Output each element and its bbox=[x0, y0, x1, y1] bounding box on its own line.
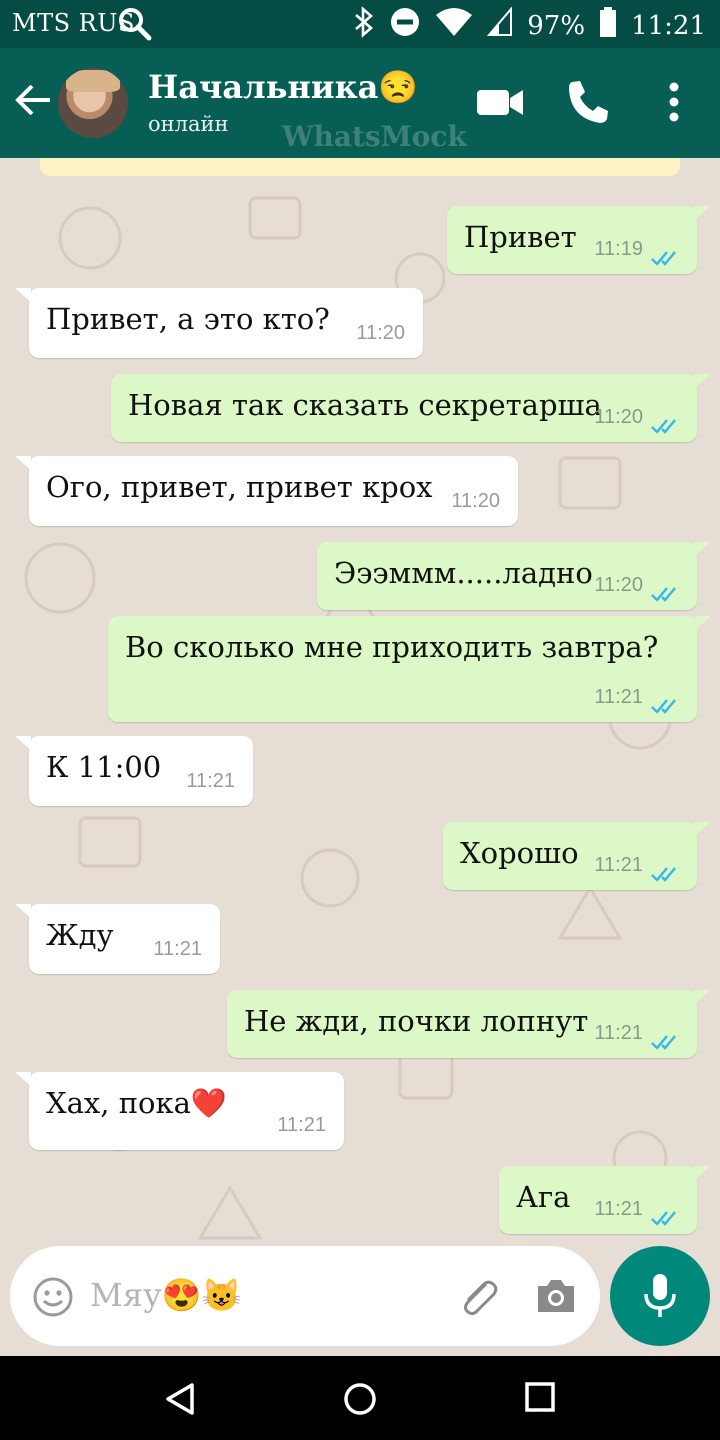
bubble-tail bbox=[695, 374, 711, 388]
message-text: Во сколько мне приходить завтра? bbox=[125, 630, 659, 664]
read-receipt-icon bbox=[651, 240, 683, 274]
message-time: 11:21 bbox=[594, 854, 643, 876]
message-input[interactable]: Мяу😍😺 bbox=[90, 1276, 241, 1314]
contact-avatar[interactable] bbox=[58, 68, 128, 138]
outgoing-message[interactable]: Ага 11:21 bbox=[499, 1166, 711, 1234]
outgoing-message[interactable]: Новая так сказать секретарша 11:20 bbox=[111, 374, 711, 442]
mic-button[interactable] bbox=[610, 1246, 710, 1346]
message-text: Новая так сказать секретарша bbox=[128, 388, 602, 422]
message-time: 11:21 bbox=[594, 1198, 643, 1220]
message-text: Хах, пока❤️ bbox=[46, 1086, 228, 1120]
outgoing-message[interactable]: Хорошо 11:21 bbox=[443, 822, 711, 890]
incoming-message[interactable]: Жду 11:21 bbox=[15, 904, 220, 974]
bubble-tail bbox=[15, 904, 31, 918]
read-receipt-icon bbox=[651, 1024, 683, 1058]
message-text: Привет bbox=[464, 220, 577, 254]
read-receipt-icon bbox=[651, 856, 683, 890]
mic-icon bbox=[644, 1274, 676, 1317]
carrier-name: MTS RUS bbox=[12, 9, 135, 37]
message-text: Жду bbox=[46, 918, 114, 952]
system-nav-bar bbox=[0, 1356, 720, 1440]
bubble-tail bbox=[695, 822, 711, 836]
message-time: 11:21 bbox=[186, 770, 235, 792]
battery-icon bbox=[599, 7, 617, 44]
incoming-message[interactable]: К 11:00 11:21 bbox=[15, 736, 253, 806]
message-text: Не жди, почки лопнут bbox=[244, 1004, 589, 1038]
emoji-icon[interactable] bbox=[32, 1276, 74, 1322]
contact-status: онлайн bbox=[148, 112, 229, 136]
incoming-message[interactable]: Хах, пока❤️ 11:21 bbox=[15, 1072, 344, 1150]
message-time: 11:20 bbox=[594, 406, 643, 428]
watermark: WhatsMock bbox=[282, 120, 467, 153]
dnd-icon bbox=[389, 6, 421, 45]
search-icon bbox=[118, 7, 152, 48]
read-receipt-icon bbox=[651, 408, 683, 442]
message-time: 11:21 bbox=[153, 938, 202, 960]
bubble-tail bbox=[15, 288, 31, 302]
outgoing-message[interactable]: Во сколько мне приходить завтра? 11:21 bbox=[108, 616, 711, 722]
bubble-tail bbox=[15, 1072, 31, 1086]
message-text: Ага bbox=[516, 1180, 571, 1214]
message-time: 11:21 bbox=[594, 1022, 643, 1044]
nav-recents-icon[interactable] bbox=[525, 1382, 555, 1416]
outgoing-message[interactable]: Не жди, почки лопнут 11:21 bbox=[227, 990, 711, 1058]
outgoing-message[interactable]: Привет 11:19 bbox=[447, 206, 711, 274]
message-text: Ого, привет, привет крох bbox=[46, 470, 433, 504]
read-receipt-icon bbox=[651, 576, 683, 610]
message-time: 11:20 bbox=[451, 490, 500, 512]
message-text: Эээммм.....ладно bbox=[334, 556, 593, 590]
camera-icon[interactable] bbox=[534, 1276, 578, 1320]
system-banner bbox=[40, 158, 680, 176]
contact-name[interactable]: Начальника😒 bbox=[148, 68, 418, 106]
bubble-tail bbox=[15, 736, 31, 750]
bubble-tail bbox=[695, 206, 711, 220]
incoming-message[interactable]: Ого, привет, привет крох 11:20 bbox=[15, 456, 518, 526]
bluetooth-icon bbox=[353, 6, 375, 45]
clock: 11:21 bbox=[631, 10, 706, 41]
message-text: К 11:00 bbox=[46, 750, 162, 784]
message-time: 11:21 bbox=[277, 1114, 326, 1136]
read-receipt-icon bbox=[651, 688, 683, 722]
wifi-icon bbox=[435, 7, 473, 44]
message-time: 11:21 bbox=[594, 686, 643, 708]
message-time: 11:20 bbox=[356, 322, 405, 344]
video-call-icon[interactable] bbox=[476, 78, 524, 130]
phone-icon[interactable] bbox=[566, 78, 610, 130]
chat-area[interactable]: Привет 11:19 Привет, а это кто? 11:20 Новая … bbox=[0, 158, 720, 1356]
incoming-message[interactable]: Привет, а это кто? 11:20 bbox=[15, 288, 423, 358]
nav-back-icon[interactable] bbox=[164, 1382, 198, 1420]
message-text: Хорошо bbox=[460, 836, 579, 870]
back-arrow-icon[interactable] bbox=[14, 82, 52, 122]
bubble-tail bbox=[695, 990, 711, 1004]
chat-header: Начальника😒 онлайн WhatsMock bbox=[0, 48, 720, 158]
more-vert-icon[interactable] bbox=[664, 78, 684, 130]
bubble-tail bbox=[695, 1166, 711, 1180]
status-bar: MTS RUS 97% 11:21 bbox=[0, 0, 720, 48]
outgoing-message[interactable]: Эээммм.....ладно 11:20 bbox=[317, 542, 711, 610]
message-time: 11:20 bbox=[594, 574, 643, 596]
read-receipt-icon bbox=[651, 1200, 683, 1234]
message-time: 11:19 bbox=[594, 238, 643, 260]
attach-icon[interactable] bbox=[456, 1274, 500, 1322]
battery-percent: 97% bbox=[527, 10, 586, 41]
message-composer[interactable]: Мяу😍😺 bbox=[10, 1246, 600, 1346]
bubble-tail bbox=[695, 542, 711, 556]
nav-home-icon[interactable] bbox=[343, 1382, 377, 1420]
message-text: Привет, а это кто? bbox=[46, 302, 330, 336]
bubble-tail bbox=[695, 616, 711, 630]
bubble-tail bbox=[15, 456, 31, 470]
signal-icon bbox=[487, 6, 513, 44]
